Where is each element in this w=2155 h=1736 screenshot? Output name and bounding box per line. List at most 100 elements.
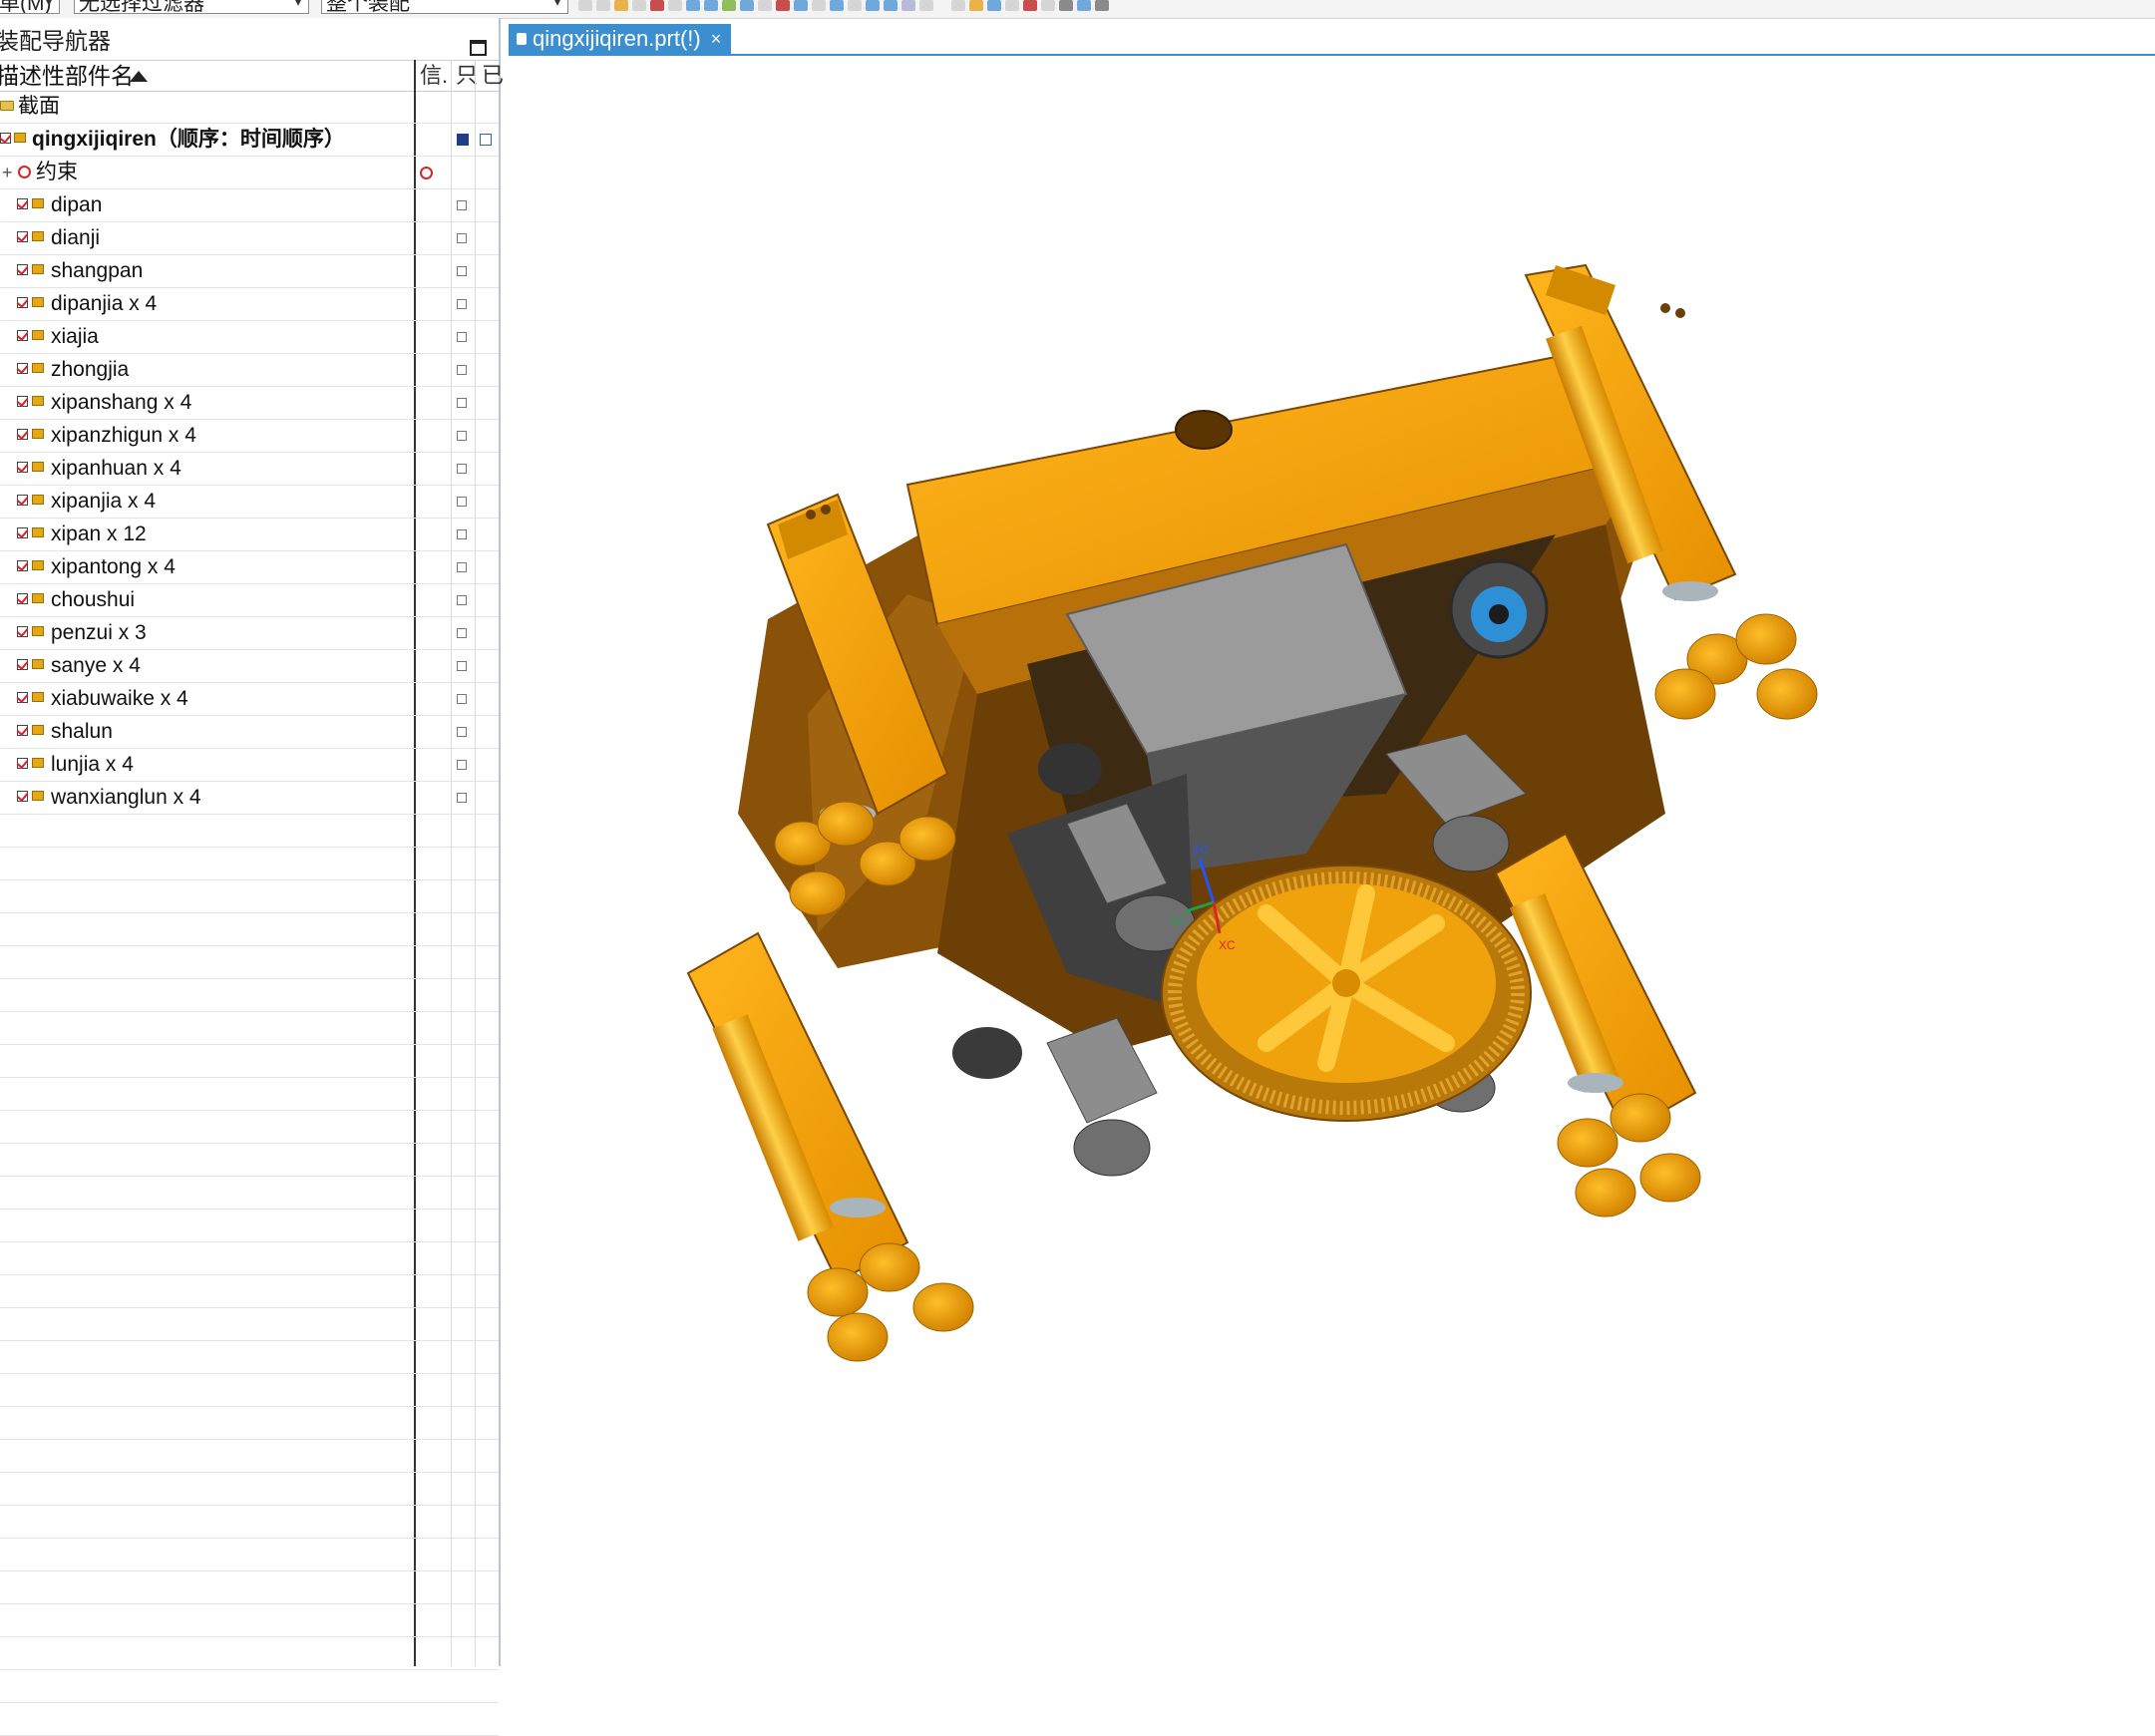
edit-icon: [480, 134, 492, 146]
toolbar-icon[interactable]: [686, 0, 700, 11]
toolbar-icon[interactable]: [578, 0, 592, 11]
sort-ascending-icon[interactable]: [130, 71, 148, 82]
assembly-icon: [14, 133, 26, 143]
checkbox-icon[interactable]: [17, 758, 28, 769]
toolbar-icon[interactable]: [987, 0, 1001, 11]
tree-row-part[interactable]: xiabuwaike x 4: [0, 683, 499, 716]
checkbox-icon[interactable]: [17, 330, 28, 341]
tree-row-part[interactable]: xipantong x 4: [0, 551, 499, 584]
tree-row-part[interactable]: dipanjia x 4: [0, 288, 499, 321]
toolbar-icon[interactable]: [650, 0, 664, 11]
toolbar-icon[interactable]: [812, 0, 826, 11]
checkbox-icon[interactable]: [17, 659, 28, 670]
component-icon: [32, 527, 44, 537]
toolbar-icon[interactable]: [1095, 0, 1109, 11]
column-modified[interactable]: 已: [482, 61, 504, 91]
tree-row-root[interactable]: qingxijiqiren（顺序：时间顺序）: [0, 124, 499, 157]
tree-row-part[interactable]: lunjia x 4: [0, 749, 499, 782]
menu-dropdown[interactable]: 单(M) ▾: [0, 0, 60, 14]
checkbox-icon[interactable]: [17, 593, 28, 604]
tree-label: xiajia: [51, 325, 99, 348]
toolbar-icon[interactable]: [848, 0, 862, 11]
tree-row-part[interactable]: penzui x 3: [0, 617, 499, 650]
tab-graphics-window[interactable]: qingxijiqiren.prt(!) ×: [509, 24, 732, 54]
tree-row-part[interactable]: shalun: [0, 716, 499, 749]
toolbar-icon[interactable]: [1059, 0, 1073, 11]
empty-row: [0, 880, 499, 913]
toolbar-icon[interactable]: [901, 0, 915, 11]
toolbar-icon[interactable]: [722, 0, 736, 11]
checkbox-icon[interactable]: [17, 626, 28, 637]
tree-row-part[interactable]: zhongjia: [0, 354, 499, 387]
empty-row: [0, 1144, 499, 1177]
toolbar-icon[interactable]: [596, 0, 610, 11]
toolbar-icon[interactable]: [632, 0, 646, 11]
close-icon[interactable]: ×: [711, 24, 722, 54]
tree-row-part[interactable]: choushui: [0, 584, 499, 617]
toolbar-icon[interactable]: [866, 0, 880, 11]
tree-row-part[interactable]: xipan x 12: [0, 519, 499, 551]
tree-row-part[interactable]: shangpan: [0, 255, 499, 288]
toolbar-icon[interactable]: [794, 0, 808, 11]
checkbox-icon[interactable]: [0, 133, 11, 144]
empty-row: [0, 946, 499, 979]
checkbox-icon[interactable]: [17, 198, 28, 209]
empty-row: [0, 1571, 499, 1604]
tree-row-part[interactable]: xipanzhigun x 4: [0, 420, 499, 453]
toolbar-icon[interactable]: [1077, 0, 1091, 11]
tree-row-part[interactable]: xipanshang x 4: [0, 387, 499, 420]
tree-row-section[interactable]: 截面: [0, 91, 499, 124]
checkbox-icon[interactable]: [17, 692, 28, 703]
selection-scope-dropdown[interactable]: 整个装配 ▾: [321, 0, 568, 14]
navigator-column-header: 描述性部件名 信. 只 已: [0, 60, 504, 92]
triad-x-label: XC: [1219, 938, 1236, 952]
toolbar-icon[interactable]: [951, 0, 965, 11]
expand-icon[interactable]: +: [2, 157, 13, 188]
tree-row-part[interactable]: sanye x 4: [0, 650, 499, 683]
toolbar-icon[interactable]: [919, 0, 933, 11]
checkbox-icon[interactable]: [17, 725, 28, 736]
tree-row-part[interactable]: xiajia: [0, 321, 499, 354]
graphics-viewport[interactable]: ZC YC XC: [509, 56, 2155, 1666]
toolbar-icon[interactable]: [776, 0, 790, 11]
toolbar-icon[interactable]: [1005, 0, 1019, 11]
checkbox-icon[interactable]: [17, 560, 28, 571]
checkbox-icon[interactable]: [17, 231, 28, 242]
empty-row: [0, 1374, 499, 1407]
toolbar-icon[interactable]: [614, 0, 628, 11]
chevron-down-icon: ▾: [293, 0, 302, 10]
selection-filter-dropdown[interactable]: 无选择过滤器 ▾: [74, 0, 309, 14]
maximize-icon[interactable]: [470, 40, 487, 56]
tree-row-part[interactable]: wanxianglun x 4: [0, 782, 499, 815]
tree-label: xipantong x 4: [51, 555, 176, 578]
checkbox-icon[interactable]: [17, 363, 28, 374]
tree-row-part[interactable]: dipan: [0, 189, 499, 222]
toolbar-icon[interactable]: [1023, 0, 1037, 11]
tree-row-part[interactable]: xipanjia x 4: [0, 486, 499, 519]
toolbar-icon[interactable]: [704, 0, 718, 11]
checkbox-icon[interactable]: [17, 297, 28, 308]
toolbar-icon[interactable]: [758, 0, 772, 11]
checkbox-icon[interactable]: [17, 495, 28, 506]
selection-scope-value: 整个装配: [326, 0, 410, 14]
checkbox-icon[interactable]: [17, 462, 28, 473]
checkbox-icon[interactable]: [17, 791, 28, 802]
tree-row-part[interactable]: dianji: [0, 222, 499, 255]
toolbar-icon[interactable]: [668, 0, 682, 11]
toolbar-icon[interactable]: [1041, 0, 1055, 11]
checkbox-icon[interactable]: [17, 396, 28, 407]
toolbar-icon[interactable]: [740, 0, 754, 11]
checkbox-icon[interactable]: [17, 527, 28, 538]
checkbox-icon[interactable]: [17, 429, 28, 440]
tree-label: dianji: [51, 226, 101, 249]
tree-row-constraints[interactable]: + 约束: [0, 157, 499, 189]
toolbar-icon[interactable]: [969, 0, 983, 11]
checkbox-icon[interactable]: [17, 264, 28, 275]
toolbar-icon[interactable]: [830, 0, 844, 11]
tree-row-part[interactable]: xipanhuan x 4: [0, 453, 499, 486]
column-info[interactable]: 信.: [420, 61, 448, 91]
empty-row: [0, 913, 499, 946]
component-icon: [32, 495, 44, 505]
toolbar-icon[interactable]: [884, 0, 898, 11]
column-part-name[interactable]: 描述性部件名: [0, 61, 134, 91]
